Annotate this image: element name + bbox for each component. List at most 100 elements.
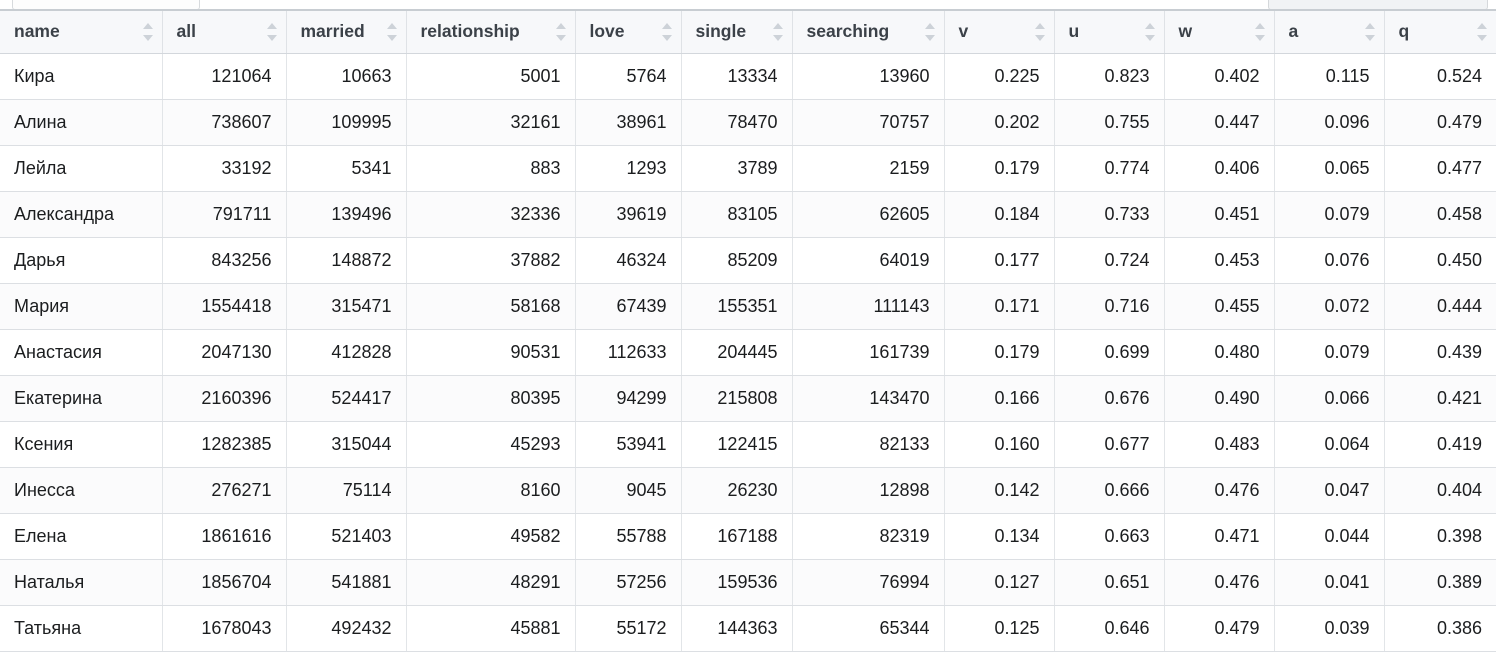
column-header-all[interactable]: all [162, 10, 287, 54]
cell-a: 0.047 [1274, 467, 1385, 514]
sort-updown-icon[interactable] [386, 22, 399, 42]
sort-updown-icon[interactable] [772, 22, 785, 42]
column-header-married[interactable]: married [286, 10, 407, 54]
table-row[interactable]: Кира 121064 10663 5001 5764 13334 13960 0.225 0.… [0, 53, 1496, 100]
cell-u: 0.733 [1054, 191, 1165, 238]
cell-a: 0.066 [1274, 375, 1385, 422]
cell-relationship: 58168 [406, 283, 576, 330]
cell-name: Александра [0, 191, 163, 238]
cell-name: Инесса [0, 467, 163, 514]
cell-u: 0.666 [1054, 467, 1165, 514]
sort-updown-icon[interactable] [1144, 22, 1157, 42]
table-row[interactable]: Ксения 1282385 315044 45293 53941 122415 82133… [0, 421, 1496, 468]
table-row[interactable]: Александра 791711 139496 32336 39619 83105 626… [0, 191, 1496, 238]
cell-married: 139496 [286, 191, 407, 238]
column-header-label: a [1288, 21, 1299, 41]
column-header-a[interactable]: a [1274, 10, 1385, 54]
column-header-q[interactable]: q [1384, 10, 1496, 54]
cell-v: 0.166 [944, 375, 1055, 422]
cell-all: 1856704 [162, 559, 287, 606]
table-row[interactable]: Лейла 33192 5341 883 1293 3789 2159 0.179 0.774 0… [0, 145, 1496, 192]
sort-updown-icon[interactable] [1364, 22, 1377, 42]
cell-v: 0.142 [944, 467, 1055, 514]
table-row[interactable]: Елена 1861616 521403 49582 55788 167188 82319 0… [0, 513, 1496, 560]
sort-updown-icon[interactable] [1254, 22, 1267, 42]
cell-searching: 111143 [792, 283, 945, 330]
sort-updown-icon[interactable] [661, 22, 674, 42]
cell-q: 0.444 [1384, 283, 1496, 330]
cell-single: 204445 [681, 329, 793, 376]
cell-married: 315471 [286, 283, 407, 330]
cell-love: 53941 [575, 421, 682, 468]
column-header-single[interactable]: single [681, 10, 793, 54]
column-header-name[interactable]: name [0, 10, 163, 54]
column-header-v[interactable]: v [944, 10, 1055, 54]
cell-v: 0.134 [944, 513, 1055, 560]
cell-all: 1678043 [162, 605, 287, 652]
sort-updown-icon[interactable] [924, 22, 937, 42]
cell-v: 0.177 [944, 237, 1055, 284]
column-header-love[interactable]: love [575, 10, 682, 54]
cell-v: 0.225 [944, 53, 1055, 100]
sort-updown-icon[interactable] [142, 22, 155, 42]
cell-single: 215808 [681, 375, 793, 422]
cell-v: 0.202 [944, 99, 1055, 146]
cell-single: 13334 [681, 53, 793, 100]
table-row[interactable]: Инесса 276271 75114 8160 9045 26230 12898 0.142… [0, 467, 1496, 514]
cell-name: Дарья [0, 237, 163, 284]
cell-relationship: 37882 [406, 237, 576, 284]
column-header-label: single [695, 21, 747, 41]
table-row[interactable]: Екатерина 2160396 524417 80395 94299 215808 14… [0, 375, 1496, 422]
column-header-u[interactable]: u [1054, 10, 1165, 54]
column-header-searching[interactable]: searching [792, 10, 945, 54]
sort-updown-icon[interactable] [1477, 22, 1489, 42]
cell-love: 39619 [575, 191, 682, 238]
cell-a: 0.072 [1274, 283, 1385, 330]
cell-searching: 65344 [792, 605, 945, 652]
column-header-label: relationship [420, 21, 520, 41]
cell-married: 5341 [286, 145, 407, 192]
sort-updown-icon[interactable] [266, 22, 279, 42]
cell-q: 0.479 [1384, 99, 1496, 146]
cell-love: 57256 [575, 559, 682, 606]
column-header-relationship[interactable]: relationship [406, 10, 576, 54]
cell-all: 791711 [162, 191, 287, 238]
table-row[interactable]: Дарья 843256 148872 37882 46324 85209 64019 0.1… [0, 237, 1496, 284]
cell-all: 1554418 [162, 283, 287, 330]
sort-updown-icon[interactable] [1034, 22, 1047, 42]
cell-w: 0.479 [1164, 605, 1275, 652]
cell-w: 0.490 [1164, 375, 1275, 422]
cell-u: 0.716 [1054, 283, 1165, 330]
column-header-label: u [1068, 21, 1080, 41]
cell-q: 0.419 [1384, 421, 1496, 468]
cell-all: 2047130 [162, 329, 287, 376]
cell-married: 148872 [286, 237, 407, 284]
column-header-w[interactable]: w [1164, 10, 1275, 54]
table-row[interactable]: Анастасия 2047130 412828 90531 112633 204445 1… [0, 329, 1496, 376]
cell-q: 0.439 [1384, 329, 1496, 376]
cell-w: 0.480 [1164, 329, 1275, 376]
column-header-label: v [958, 21, 969, 41]
cell-u: 0.677 [1054, 421, 1165, 468]
cell-v: 0.179 [944, 145, 1055, 192]
table-row[interactable]: Мария 1554418 315471 58168 67439 155351 111143… [0, 283, 1496, 330]
cell-married: 10663 [286, 53, 407, 100]
sort-updown-icon[interactable] [555, 22, 568, 42]
table-row[interactable]: Татьяна 1678043 492432 45881 55172 144363 6534… [0, 605, 1496, 652]
column-header-label: name [14, 21, 60, 41]
cell-married: 524417 [286, 375, 407, 422]
table-row[interactable]: Наталья 1856704 541881 48291 57256 159536 7699… [0, 559, 1496, 606]
cell-name: Лейла [0, 145, 163, 192]
cell-love: 5764 [575, 53, 682, 100]
cell-w: 0.483 [1164, 421, 1275, 468]
cell-name: Анастасия [0, 329, 163, 376]
cell-married: 541881 [286, 559, 407, 606]
cell-w: 0.476 [1164, 467, 1275, 514]
cell-all: 33192 [162, 145, 287, 192]
cell-name: Алина [0, 99, 163, 146]
cell-u: 0.774 [1054, 145, 1165, 192]
cell-u: 0.651 [1054, 559, 1165, 606]
table-row[interactable]: Алина 738607 109995 32161 38961 78470 70757 0.2… [0, 99, 1496, 146]
column-header-label: married [300, 21, 365, 41]
cell-single: 83105 [681, 191, 793, 238]
